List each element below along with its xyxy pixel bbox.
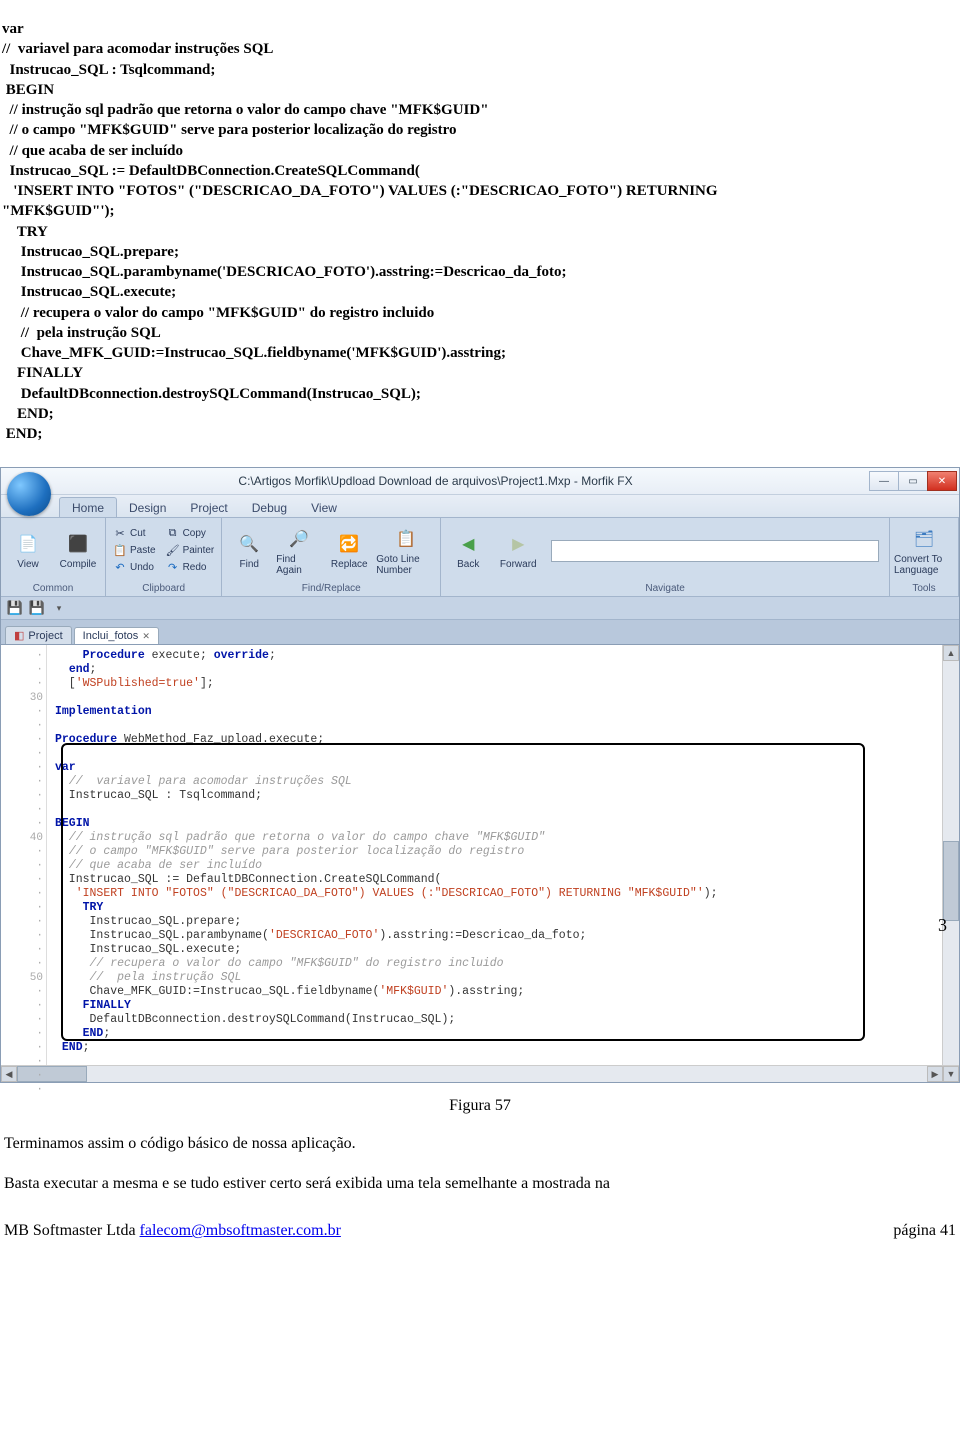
back-button[interactable]: ◀Back bbox=[445, 531, 491, 570]
tab-close-icon[interactable]: ✕ bbox=[142, 631, 150, 642]
quick-access-toolbar: 💾 💾 ▾ bbox=[1, 597, 959, 620]
ide-window: C:\Artigos Morfik\Updload Download de ar… bbox=[0, 467, 960, 1083]
goto-icon: 📋 bbox=[393, 526, 419, 552]
footer-email-link[interactable]: falecom@mbsoftmaster.com.br bbox=[140, 1222, 341, 1239]
footer-page-number: página 41 bbox=[893, 1222, 956, 1240]
scroll-left-icon[interactable]: ◀ bbox=[1, 1066, 17, 1082]
document-icon: 📄 bbox=[15, 531, 41, 557]
horizontal-scrollbar[interactable]: ◀ ▶ ▼ bbox=[1, 1065, 959, 1082]
window-controls: — ▭ ✕ bbox=[870, 471, 957, 491]
qat-dropdown-icon[interactable]: ▾ bbox=[51, 600, 67, 616]
doc-tab-inclui-fotos[interactable]: Inclui_fotos ✕ bbox=[74, 627, 159, 644]
group-label-navigate: Navigate bbox=[445, 581, 885, 596]
group-label-clipboard: Clipboard bbox=[110, 581, 217, 596]
convert-icon: 🗂 bbox=[911, 526, 937, 552]
painter-button[interactable]: 🖌Painter bbox=[163, 543, 218, 559]
scroll-right-icon[interactable]: ▶ bbox=[927, 1066, 943, 1082]
undo-button[interactable]: ↶Undo bbox=[110, 560, 159, 576]
tab-view[interactable]: View bbox=[299, 498, 349, 517]
callout-number: 3 bbox=[938, 915, 947, 936]
find-again-icon: 🔎 bbox=[286, 526, 312, 552]
window-title: C:\Artigos Morfik\Updload Download de ar… bbox=[1, 474, 870, 488]
undo-icon: ↶ bbox=[113, 561, 127, 575]
find-icon: 🔍 bbox=[236, 531, 262, 557]
replace-button[interactable]: 🔁Replace bbox=[326, 531, 372, 570]
tab-project[interactable]: Project bbox=[178, 498, 239, 517]
navigate-url-field[interactable] bbox=[551, 540, 879, 562]
view-button[interactable]: 📄 View bbox=[5, 531, 51, 570]
paragraph-2: Basta executar a mesma e se tudo estiver… bbox=[4, 1173, 956, 1195]
app-orb-button[interactable] bbox=[7, 472, 51, 516]
ribbon-group-common: 📄 View ⬛ Compile Common bbox=[1, 518, 106, 596]
maximize-button[interactable]: ▭ bbox=[898, 471, 928, 491]
footer-left: MB Softmaster Ltda falecom@mbsoftmaster.… bbox=[4, 1222, 341, 1240]
ribbon-group-findreplace: 🔍Find 🔎Find Again 🔁Replace 📋Goto Line Nu… bbox=[222, 518, 441, 596]
compile-label: Compile bbox=[60, 559, 97, 570]
document-tabs: ◧ Project Inclui_fotos ✕ bbox=[1, 620, 959, 645]
code-listing-top: var // variavel para acomodar instruções… bbox=[0, 15, 960, 452]
redo-button[interactable]: ↷Redo bbox=[163, 560, 218, 576]
save-all-icon[interactable]: 💾 bbox=[29, 600, 45, 616]
scroll-up-icon[interactable]: ▲ bbox=[943, 645, 959, 661]
find-again-button[interactable]: 🔎Find Again bbox=[276, 526, 322, 576]
back-icon: ◀ bbox=[455, 531, 481, 557]
vertical-scrollbar[interactable]: ▲ bbox=[942, 645, 959, 1065]
paragraph-1: Terminamos assim o código básico de noss… bbox=[4, 1133, 956, 1155]
forward-icon: ▶ bbox=[505, 531, 531, 557]
group-label-findreplace: Find/Replace bbox=[226, 581, 436, 596]
vscroll-thumb[interactable] bbox=[943, 841, 959, 921]
minimize-button[interactable]: — bbox=[869, 471, 899, 491]
ribbon: 📄 View ⬛ Compile Common ✂Cut 📋Paste ↶Und… bbox=[1, 517, 959, 597]
page-footer: MB Softmaster Ltda falecom@mbsoftmaster.… bbox=[4, 1222, 956, 1240]
cube-icon: ⬛ bbox=[65, 531, 91, 557]
tab-home[interactable]: Home bbox=[59, 497, 117, 517]
paste-button[interactable]: 📋Paste bbox=[110, 543, 159, 559]
save-icon[interactable]: 💾 bbox=[7, 600, 23, 616]
convert-language-button[interactable]: 🗂Convert To Language bbox=[894, 526, 954, 576]
scroll-down-icon[interactable]: ▼ bbox=[943, 1066, 959, 1082]
clipboard-icon: 📋 bbox=[113, 544, 127, 558]
code-pane[interactable]: Procedure execute; override; end; ['WSPu… bbox=[47, 645, 942, 1065]
copy-button[interactable]: ⧉Copy bbox=[163, 526, 218, 542]
tab-design[interactable]: Design bbox=[117, 498, 178, 517]
figure-caption: Figura 57 bbox=[0, 1097, 960, 1115]
brush-icon: 🖌 bbox=[166, 544, 180, 558]
ribbon-group-tools: 🗂Convert To Language Tools bbox=[890, 518, 959, 596]
scissors-icon: ✂ bbox=[113, 527, 127, 541]
compile-button[interactable]: ⬛ Compile bbox=[55, 531, 101, 570]
line-gutter: · · · 30 · · · · · · · · · 40 · · · · · … bbox=[1, 645, 47, 1065]
group-label-common: Common bbox=[5, 581, 101, 596]
doc-tab-project[interactable]: ◧ Project bbox=[5, 626, 72, 644]
hscroll-thumb[interactable] bbox=[17, 1066, 87, 1082]
cut-button[interactable]: ✂Cut bbox=[110, 526, 159, 542]
ribbon-group-clipboard: ✂Cut 📋Paste ↶Undo ⧉Copy 🖌Painter ↷Redo C… bbox=[106, 518, 222, 596]
code-editor[interactable]: · · · 30 · · · · · · · · · 40 · · · · · … bbox=[1, 645, 959, 1065]
titlebar: C:\Artigos Morfik\Updload Download de ar… bbox=[1, 468, 959, 495]
redo-icon: ↷ bbox=[166, 561, 180, 575]
tab-debug[interactable]: Debug bbox=[240, 498, 299, 517]
group-label-tools: Tools bbox=[894, 581, 954, 596]
find-button[interactable]: 🔍Find bbox=[226, 531, 272, 570]
goto-line-button[interactable]: 📋Goto Line Number bbox=[376, 526, 436, 576]
project-tab-icon: ◧ bbox=[14, 629, 24, 642]
replace-icon: 🔁 bbox=[336, 531, 362, 557]
ribbon-group-navigate: ◀Back ▶Forward Navigate bbox=[441, 518, 890, 596]
ribbon-tabs: Home Design Project Debug View bbox=[1, 495, 959, 517]
copy-icon: ⧉ bbox=[166, 527, 180, 541]
close-button[interactable]: ✕ bbox=[927, 471, 957, 491]
view-label: View bbox=[17, 559, 39, 570]
forward-button[interactable]: ▶Forward bbox=[495, 531, 541, 570]
